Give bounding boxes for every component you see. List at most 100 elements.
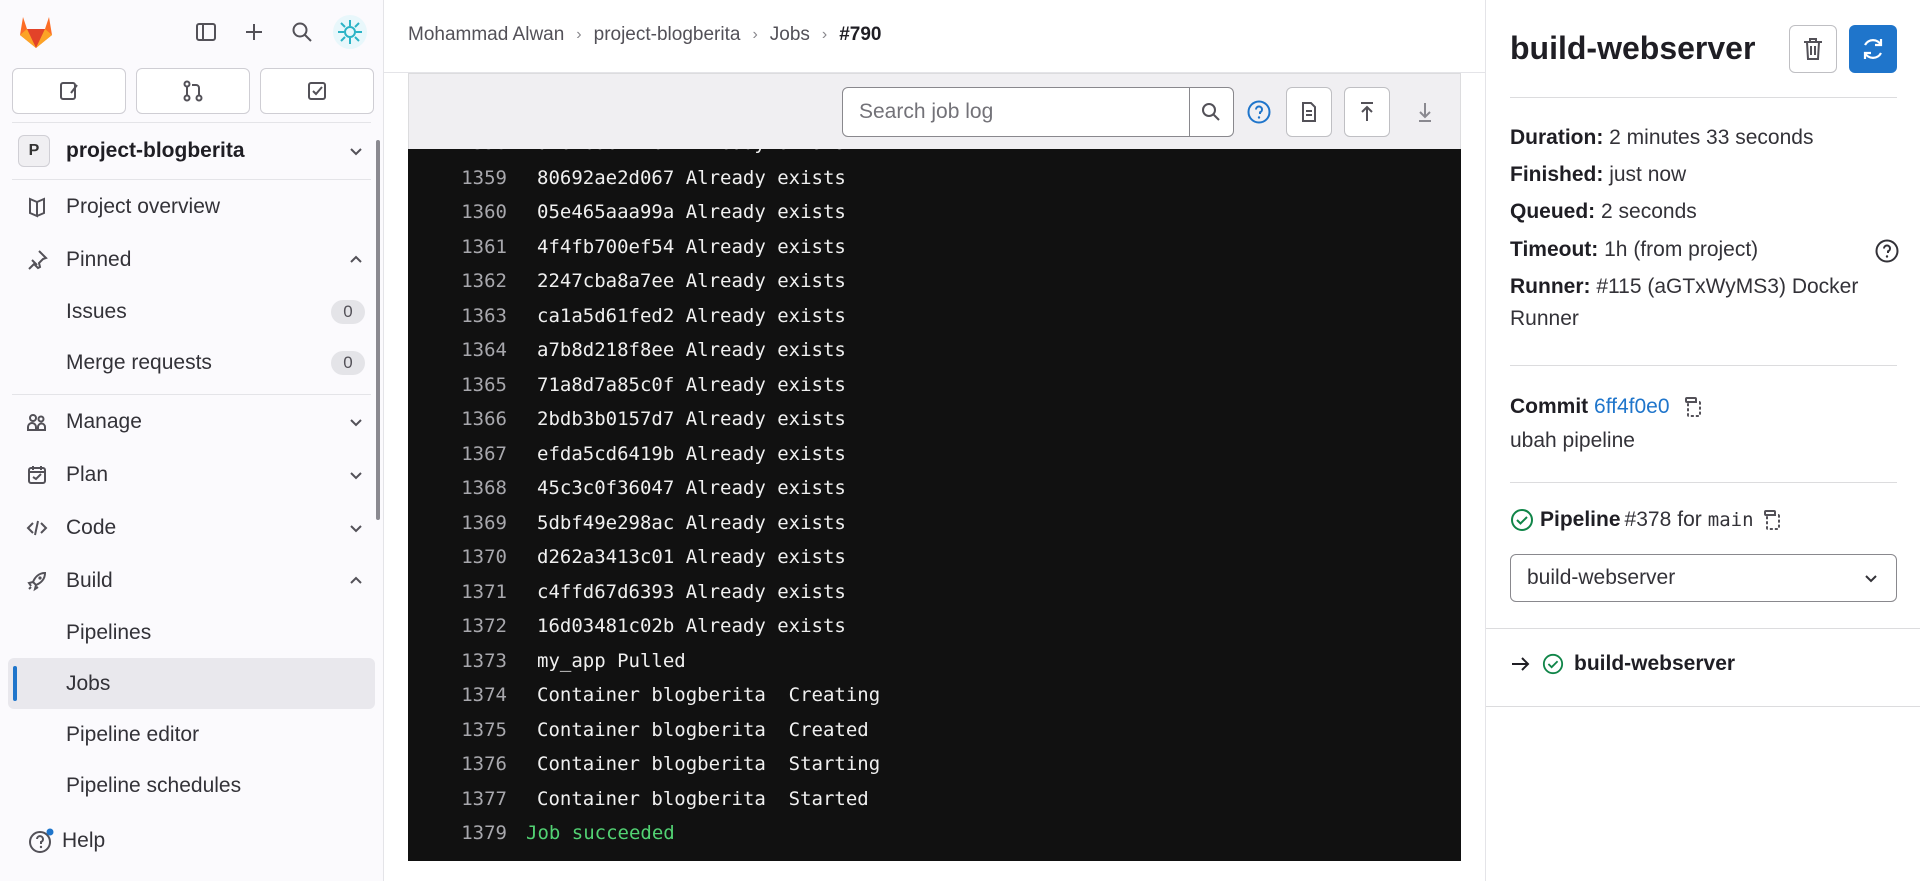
nav-manage[interactable]: Manage [0, 395, 383, 448]
chevron-down-icon [350, 418, 362, 426]
retry-job-button[interactable] [1849, 25, 1897, 73]
copy-ref-icon[interactable] [1762, 509, 1782, 531]
pipeline-id-link[interactable]: #378 [1625, 508, 1672, 532]
merge-requests-button[interactable] [136, 68, 250, 114]
new-item-plus-icon[interactable] [234, 12, 274, 52]
log-line: 1364 a7b8d218f8ee Already exists [408, 333, 846, 367]
log-line-number[interactable]: 1377 [408, 788, 507, 810]
log-line-number[interactable]: 1374 [408, 684, 507, 706]
log-line-number[interactable]: 1358 [408, 149, 507, 154]
log-line-text: my_app Pulled [537, 649, 686, 672]
search-button[interactable] [1189, 87, 1234, 137]
log-line-number[interactable]: 1375 [408, 719, 507, 741]
log-line-text: d262a3413c01 Already exists [537, 546, 846, 568]
log-line-number[interactable]: 1365 [408, 374, 507, 396]
log-line-number[interactable]: 1363 [408, 305, 507, 327]
scroll-to-bottom-button[interactable] [1402, 87, 1448, 137]
assigned-issues-button[interactable] [12, 68, 126, 114]
log-line-number[interactable]: 1372 [408, 615, 507, 637]
job-log-search-input[interactable] [842, 87, 1190, 137]
left-sidebar: P project-blogberita Project overview Pi… [0, 0, 384, 881]
project-avatar: P [18, 135, 50, 167]
rocket-icon [24, 568, 50, 594]
log-line-text: 45c3c0f36047 Already exists [537, 477, 846, 499]
status-success-icon [1542, 653, 1564, 675]
log-line: 1369 5dbf49e298ac Already exists [408, 506, 846, 540]
log-line-number[interactable]: 1373 [408, 650, 507, 672]
help-button[interactable]: Help [28, 828, 105, 854]
log-line: 1374 Container blogberita Creating [408, 678, 880, 712]
log-line-number[interactable]: 1360 [408, 201, 507, 223]
nav-merge-requests[interactable]: Merge requests 0 [0, 337, 383, 388]
collapse-sidebar-icon[interactable] [186, 12, 226, 52]
log-line-number[interactable]: 1370 [408, 546, 507, 568]
chevron-right-icon: › [576, 26, 582, 43]
scroll-to-top-button[interactable] [1344, 87, 1390, 137]
log-line: 1371 c4ffd67d6393 Already exists [408, 575, 846, 609]
merge-request-icon [183, 80, 203, 102]
job-log: 1358 a1e7c0c4f1c7 Already exists 1359 80692… [408, 149, 1461, 861]
search-help-icon[interactable] [1246, 99, 1272, 125]
nav-issues[interactable]: Issues 0 [0, 286, 383, 337]
nav-code[interactable]: Code [0, 501, 383, 554]
log-line-number[interactable]: 1376 [408, 753, 507, 775]
chevron-down-icon [1865, 575, 1877, 583]
copy-commit-icon[interactable] [1683, 396, 1703, 418]
nav-build[interactable]: Build [0, 554, 383, 607]
nav-pipeline-schedules[interactable]: Pipeline schedules [0, 760, 383, 811]
log-line: 1365 71a8d7a85c0f Already exists [408, 368, 846, 402]
project-switcher[interactable]: P project-blogberita [0, 123, 383, 179]
log-line-number[interactable]: 1362 [408, 270, 507, 292]
log-line-number[interactable]: 1379 [408, 822, 507, 844]
pipeline-ref[interactable]: main [1708, 509, 1754, 531]
log-line-number[interactable]: 1359 [408, 167, 507, 189]
log-line-number[interactable]: 1361 [408, 236, 507, 258]
gitlab-logo-icon[interactable] [16, 12, 56, 50]
commit-sha-link[interactable]: 6ff4f0e0 [1594, 395, 1670, 418]
issues-count-badge: 0 [331, 299, 365, 324]
breadcrumb: Mohammad Alwan › project-blogberita › Jo… [408, 24, 882, 46]
log-line: 1368 45c3c0f36047 Already exists [408, 471, 846, 505]
timeout-help-icon[interactable] [1874, 238, 1900, 264]
todo-list-button[interactable] [260, 68, 374, 114]
chevron-up-icon [350, 576, 362, 584]
log-line-number[interactable]: 1368 [408, 477, 507, 499]
scroll-bottom-icon [1419, 103, 1431, 122]
log-line-number[interactable]: 1366 [408, 408, 507, 430]
retry-icon [1863, 39, 1883, 59]
breadcrumb-jobs[interactable]: Jobs [770, 24, 810, 46]
search-icon [1202, 103, 1221, 121]
breadcrumb-user[interactable]: Mohammad Alwan [408, 24, 564, 46]
calendar-icon [24, 462, 50, 488]
trash-icon [1804, 38, 1822, 60]
nav-project-overview[interactable]: Project overview [0, 180, 383, 233]
erase-job-button[interactable] [1789, 25, 1837, 73]
job-timeout: Timeout: 1h (from project) [1510, 238, 1759, 261]
nav-pinned[interactable]: Pinned [0, 233, 383, 286]
current-job-item[interactable]: build-webserver [1510, 652, 1735, 676]
user-avatar[interactable] [330, 12, 370, 52]
job-commit: Commit 6ff4f0e0 [1510, 391, 1703, 423]
search-icon[interactable] [282, 12, 322, 52]
log-line-number[interactable]: 1371 [408, 581, 507, 603]
breadcrumb-job-id[interactable]: #790 [839, 24, 881, 46]
nav-pipeline-editor[interactable]: Pipeline editor [0, 709, 383, 760]
job-finished: Finished: just now [1510, 163, 1687, 186]
nav-pipelines[interactable]: Pipelines [0, 607, 383, 658]
stage-dropdown[interactable]: build-webserver [1510, 554, 1897, 602]
help-icon [29, 828, 54, 853]
breadcrumb-project[interactable]: project-blogberita [594, 24, 741, 46]
log-line-number[interactable]: 1367 [408, 443, 507, 465]
show-raw-log-button[interactable] [1286, 87, 1332, 137]
log-line-text: 05e465aaa99a Already exists [537, 201, 846, 223]
log-line-number[interactable]: 1369 [408, 512, 507, 534]
job-sidebar: build-webserver Duration: 2 minutes 33 s… [1485, 0, 1920, 881]
log-line-text: 71a8d7a85c0f Already exists [537, 373, 846, 396]
sidebar-scrollbar[interactable] [376, 140, 380, 520]
chevron-right-icon: › [752, 26, 758, 43]
log-line: 1361 4f4fb700ef54 Already exists [408, 230, 846, 264]
nav-plan[interactable]: Plan [0, 448, 383, 501]
log-line-number[interactable]: 1364 [408, 339, 507, 361]
nav-jobs[interactable]: Jobs [8, 658, 375, 709]
log-line: 1375 Container blogberita Created [408, 713, 869, 747]
